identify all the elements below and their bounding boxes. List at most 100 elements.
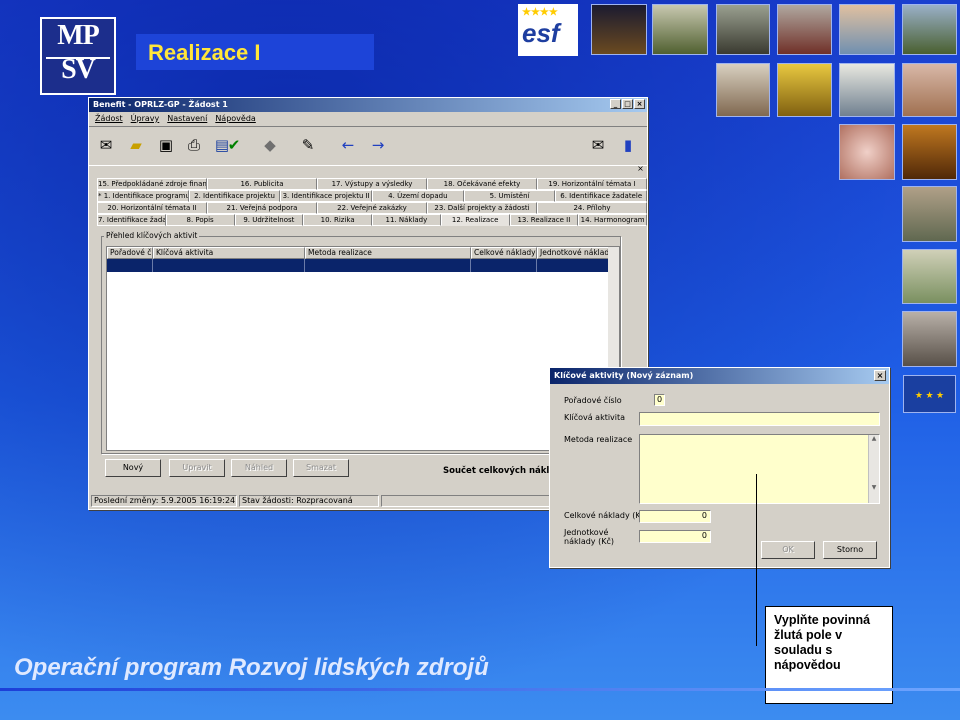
folder-icon[interactable]: ▰	[125, 134, 147, 156]
photo-elderly	[902, 311, 957, 367]
activity-field[interactable]	[639, 412, 880, 426]
tab-22[interactable]: 22. Veřejné zakázky	[317, 202, 427, 214]
ok-button[interactable]: OK	[761, 541, 815, 559]
order-label: Pořadové číslo	[564, 396, 622, 405]
unit-cost-field[interactable]: 0	[639, 530, 711, 543]
activities-grid[interactable]: Pořadové č Klíčová aktivita Metoda reali…	[106, 246, 620, 451]
new-button[interactable]: Nový	[105, 459, 161, 477]
tab-14[interactable]: 14. Harmonogram	[578, 214, 647, 226]
col-activity[interactable]: Klíčová aktivita	[153, 247, 305, 259]
maximize-button[interactable]: □	[622, 99, 633, 109]
envelope-icon[interactable]: ✉	[587, 134, 609, 156]
close-button[interactable]: ×	[634, 99, 645, 109]
photo-office	[839, 4, 895, 55]
eu-flag-icon: ★ ★ ★	[903, 375, 956, 413]
edit-button[interactable]: Upravit	[169, 459, 225, 477]
eu-stars-icon: ★★★★	[522, 7, 558, 18]
tab-9[interactable]: 9. Udržitelnost	[234, 214, 304, 226]
cancel-button[interactable]: Storno	[823, 541, 877, 559]
window-titlebar: Benefit - OPRLZ-GP - Žádost 1 _ □ ×	[89, 98, 647, 112]
panel-close-icon[interactable]: ×	[636, 165, 645, 174]
tab-24[interactable]: 24. Přílohy	[537, 202, 647, 214]
callout-pointer-line	[756, 474, 757, 646]
menu-nastaveni[interactable]: Nastavení	[167, 114, 207, 124]
col-order[interactable]: Pořadové č	[107, 247, 153, 259]
tab-23[interactable]: 23. Další projekty a žádosti	[427, 202, 537, 214]
photo-tree	[652, 4, 708, 55]
photo-prague-castle	[902, 4, 957, 55]
toolbar: ✉ ▰ ▣ ⎙ ▤ ✔ ◆ ✎ ← → ✉ ▮	[89, 126, 647, 166]
tab-21[interactable]: 21. Veřejná podpora	[207, 202, 317, 214]
slide-title: Realizace I	[136, 34, 374, 70]
tab-20[interactable]: 20. Horizontální témata II	[97, 202, 207, 214]
col-unit[interactable]: Jednotkové náklady	[537, 247, 609, 259]
package-icon[interactable]: ◆	[259, 134, 281, 156]
key-activities-group: Přehled klíčových aktivit Pořadové č Klí…	[101, 231, 621, 454]
back-arrow-icon[interactable]: ←	[337, 134, 359, 156]
tab-15[interactable]: 15. Předpokládané zdroje financování	[97, 178, 207, 190]
delete-button[interactable]: Smazat	[293, 459, 349, 477]
key-activity-dialog: Klíčové aktivity (Nový záznam) × Pořadov…	[549, 367, 890, 568]
tab-18[interactable]: 18. Očekávané efekty	[427, 178, 537, 190]
tab-7[interactable]: 7. Identifikace žadatele II	[97, 214, 166, 226]
col-method[interactable]: Metoda realizace	[305, 247, 471, 259]
status-state: Stav žádosti: Rozpracovaná	[239, 495, 379, 507]
col-total[interactable]: Celkové náklady	[471, 247, 537, 259]
tab-12-active[interactable]: 12. Realizace	[440, 214, 510, 226]
tab-6[interactable]: 6. Identifikace žadatele	[555, 190, 648, 202]
footer-divider	[0, 688, 960, 691]
tab-10[interactable]: 10. Rizika	[303, 214, 372, 226]
method-textarea[interactable]: ▲ ▼	[639, 434, 880, 504]
status-last-changes: Poslední změny: 5.9.2005 16:19:24	[91, 495, 237, 507]
esf-logo: ★★★★ esf	[518, 4, 578, 56]
dialog-close-button[interactable]: ×	[874, 370, 886, 381]
preview-button[interactable]: Náhled	[231, 459, 287, 477]
tab-2[interactable]: 2. Identifikace projektu	[188, 190, 281, 202]
photo-people	[902, 63, 957, 117]
letter-icon[interactable]: ✎	[297, 134, 319, 156]
tab-17[interactable]: 17. Výstupy a výsledky	[317, 178, 427, 190]
unit-cost-label: Jednotkové náklady (Kč)	[564, 528, 614, 546]
grid-header: Pořadové č Klíčová aktivita Metoda reali…	[107, 247, 619, 259]
forward-arrow-icon[interactable]: →	[367, 134, 389, 156]
photo-tower	[902, 124, 957, 180]
order-field[interactable]: 0	[654, 394, 665, 406]
checkmark-icon[interactable]: ✔	[223, 134, 245, 156]
photo-prague-night	[591, 4, 647, 55]
dialog-titlebar: Klíčové aktivity (Nový záznam) ×	[550, 368, 889, 384]
photo-lab	[716, 63, 770, 117]
total-cost-field[interactable]: 0	[639, 510, 711, 523]
printer-icon[interactable]: ⎙	[183, 134, 205, 156]
menubar: Žádost Úpravy Nastavení Nápověda	[89, 112, 647, 126]
open-envelope-icon[interactable]: ✉	[95, 134, 117, 156]
mpsv-logo: MP SV	[40, 17, 116, 95]
photo-workshop	[902, 249, 957, 304]
help-book-icon[interactable]: ▮	[617, 134, 639, 156]
menu-napoveda[interactable]: Nápověda	[215, 114, 256, 124]
photo-coins	[839, 124, 895, 180]
disk-icon[interactable]: ▣	[155, 134, 177, 156]
tab-3[interactable]: 3. Identifikace projektu II	[280, 190, 373, 202]
tab-19[interactable]: 19. Horizontální témata I	[537, 178, 647, 190]
tab-bar: 15. Předpokládané zdroje financování 16.…	[97, 178, 648, 226]
minimize-button[interactable]: _	[610, 99, 621, 109]
tab-8[interactable]: 8. Popis	[165, 214, 235, 226]
footer-program-name: Operační program Rozvoj lidských zdrojů	[14, 654, 489, 681]
tab-5[interactable]: 5. Umístění	[463, 190, 556, 202]
total-cost-label: Celkové náklady (Kč)	[564, 511, 649, 520]
photo-presentation	[839, 63, 895, 117]
tab-13[interactable]: 13. Realizace II	[509, 214, 579, 226]
photo-building	[777, 4, 832, 55]
photo-crowd	[902, 186, 957, 242]
method-label: Metoda realizace	[564, 435, 633, 444]
tab-11[interactable]: 11. Náklady	[372, 214, 441, 226]
table-row[interactable]	[107, 259, 609, 272]
tab-16[interactable]: 16. Publicita	[207, 178, 317, 190]
tab-1[interactable]: * 1. Identifikace programu	[97, 190, 189, 202]
method-scrollbar[interactable]: ▲ ▼	[868, 435, 879, 503]
menu-zadost[interactable]: Žádost	[95, 114, 123, 124]
group-label: Přehled klíčových aktivit	[104, 231, 200, 240]
menu-upravy[interactable]: Úpravy	[131, 114, 160, 124]
tab-4[interactable]: 4. Území dopadu	[372, 190, 464, 202]
photo-fields	[777, 63, 832, 117]
